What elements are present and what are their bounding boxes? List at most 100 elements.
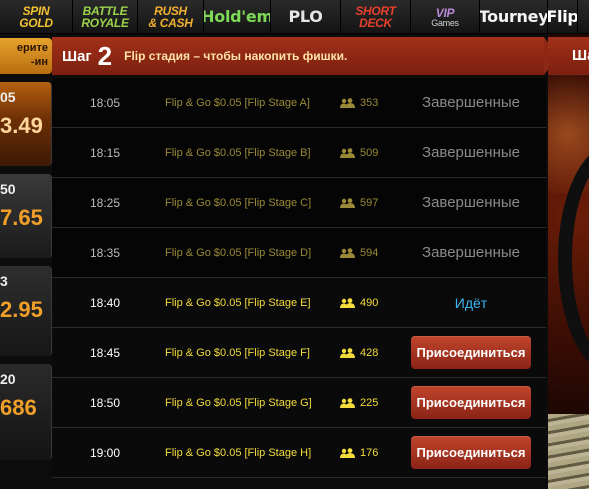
promo-money-stack [548,414,589,489]
nav-tab-label: VIP [435,5,455,20]
start-time: 18:45 [90,345,121,360]
status-finished: Завершенные [422,144,520,161]
left-tournament-card[interactable]: 20 686 [0,364,52,460]
nav-tab-vip-games[interactable]: VIP Games [411,0,480,33]
left-card-value: 7.65 [0,205,43,230]
player-count-value: 490 [360,296,379,309]
step-label: Шаг [62,47,92,65]
left-tournament-card[interactable]: 50 7.65 [0,174,52,258]
player-count: 176 [340,447,378,459]
players-icon [340,97,355,108]
player-count: 225 [340,397,378,409]
nav-tab-label: Flip [548,7,578,26]
join-button[interactable]: Присоединиться [411,386,531,419]
step-description: Flip стадия – чтобы накопить фишки. [124,49,348,63]
player-count: 428 [340,347,378,359]
left-card-time: 20 [0,371,16,387]
left-banner-line1: ерите [16,42,48,54]
player-count: 509 [340,147,378,159]
tournament-row[interactable]: 18:45 Flip & Go $0.05 [Flip Stage F] 428 Пр… [52,328,546,378]
left-card-value: 686 [0,395,37,420]
nav-tab-sublabel: & CASH [148,16,193,30]
tournament-row[interactable]: 18:40 Flip & Go $0.05 [Flip Stage E] 490 Ид… [52,278,546,328]
join-button[interactable]: Присоединиться [411,436,531,469]
start-time: 18:05 [90,95,121,110]
players-icon [340,147,355,158]
player-count-value: 428 [360,346,379,359]
tournament-name: Flip & Go $0.05 [Flip Stage A] [165,96,310,109]
start-time: 19:00 [90,445,121,460]
players-icon [340,197,355,208]
status-finished: Завершенные [422,94,520,111]
status-finished: Завершенные [422,194,520,211]
nav-tab-battle-royale[interactable]: BATTLE ROYALE [73,0,138,33]
step-header: Шаг 2 Flip стадия – чтобы накопить фишки… [52,37,558,75]
nav-tab-label: Tourney [480,7,548,26]
nav-tab-short-deck[interactable]: SHORT DECK [341,0,411,33]
join-button[interactable]: Присоединиться [411,336,531,369]
start-time: 18:50 [90,395,121,410]
left-card-time: 50 [0,181,16,197]
tournament-name: Flip & Go $0.05 [Flip Stage H] [165,446,312,459]
nav-tab-sublabel: DECK [359,16,392,30]
nav-tab-rush-cash[interactable]: RUSH & CASH [138,0,204,33]
nav-tab-label: PLO [288,7,323,26]
player-count-value: 353 [360,96,379,109]
start-time: 18:40 [90,295,121,310]
left-tournament-card[interactable]: 05 3.49 [0,82,52,166]
tournament-row[interactable]: 18:50 Flip & Go $0.05 [Flip Stage G] 225 Пр… [52,378,546,428]
players-icon [340,297,355,308]
players-icon [340,347,355,358]
nav-tab-sublabel: GOLD [19,16,53,30]
left-card-time: 05 [0,89,16,105]
tournament-name: Flip & Go $0.05 [Flip Stage G] [165,396,312,409]
player-count: 597 [340,197,378,209]
left-banner-line2: -ин [30,56,48,68]
right-step-column: Ша [548,34,589,489]
tournament-name: Flip & Go $0.05 [Flip Stage C] [165,196,312,209]
nav-tab-sublabel: Games [431,17,459,28]
nav-tab-plo[interactable]: PLO [271,0,341,33]
player-count-value: 225 [360,396,379,409]
left-step-column: ерите -ин 05 3.49 50 7.65 3 2.95 20 686 [0,34,52,489]
tournament-name: Flip & Go $0.05 [Flip Stage F] [165,346,310,359]
tournament-name: Flip & Go $0.05 [Flip Stage B] [165,146,311,159]
left-card-value: 3.49 [0,113,43,138]
player-count-value: 597 [360,196,379,209]
tournament-row[interactable]: 18:05 Flip & Go $0.05 [Flip Stage A] 353 За… [52,78,546,128]
start-time: 18:15 [90,145,121,160]
player-count: 353 [340,97,378,109]
step-number: 2 [97,40,113,71]
tournament-row[interactable]: 18:25 Flip & Go $0.05 [Flip Stage C] 597 За… [52,178,546,228]
left-step-banner: ерите -ин [0,38,52,74]
start-time: 18:25 [90,195,121,210]
player-count: 490 [340,297,378,309]
left-card-time: 3 [0,273,8,289]
nav-tab-holdem[interactable]: Hold'em [204,0,271,33]
nav-tab-spin-gold[interactable]: SPIN GOLD [0,0,73,33]
player-count: 594 [340,247,378,259]
nav-tab-sublabel: ROYALE [81,16,129,30]
flip-stage-panel: Шаг 2 Flip стадия – чтобы накопить фишки… [52,34,558,489]
tournament-row[interactable]: 18:35 Flip & Go $0.05 [Flip Stage D] 594 За… [52,228,546,278]
start-time: 18:35 [90,245,121,260]
status-finished: Завершенные [422,244,520,261]
players-icon [340,397,355,408]
left-tournament-card[interactable]: 3 2.95 [0,266,52,356]
player-count-value: 176 [360,446,379,459]
player-count-value: 594 [360,246,379,259]
game-type-nav: SPIN GOLD BATTLE ROYALE RUSH & CASH Hold'em PLO… [0,0,589,34]
right-step-tab: Ша [548,37,589,75]
player-count-value: 509 [360,146,379,159]
players-icon [340,447,355,458]
tournament-row[interactable]: 19:00 Flip & Go $0.05 [Flip Stage H] 176 Пр… [52,428,546,478]
tournament-row[interactable]: 18:15 Flip & Go $0.05 [Flip Stage B] 509 За… [52,128,546,178]
tournament-name: Flip & Go $0.05 [Flip Stage D] [165,246,312,259]
nav-tab-label: Hold'em [204,7,271,26]
status-running: Идёт [454,294,488,311]
nav-tab-tourney[interactable]: Tourney [480,0,548,33]
tournament-list: 18:05 Flip & Go $0.05 [Flip Stage A] 353 За… [52,78,546,478]
tournament-name: Flip & Go $0.05 [Flip Stage E] [165,296,311,309]
left-card-value: 2.95 [0,297,43,322]
nav-tab-flip[interactable]: Flip [548,0,578,33]
